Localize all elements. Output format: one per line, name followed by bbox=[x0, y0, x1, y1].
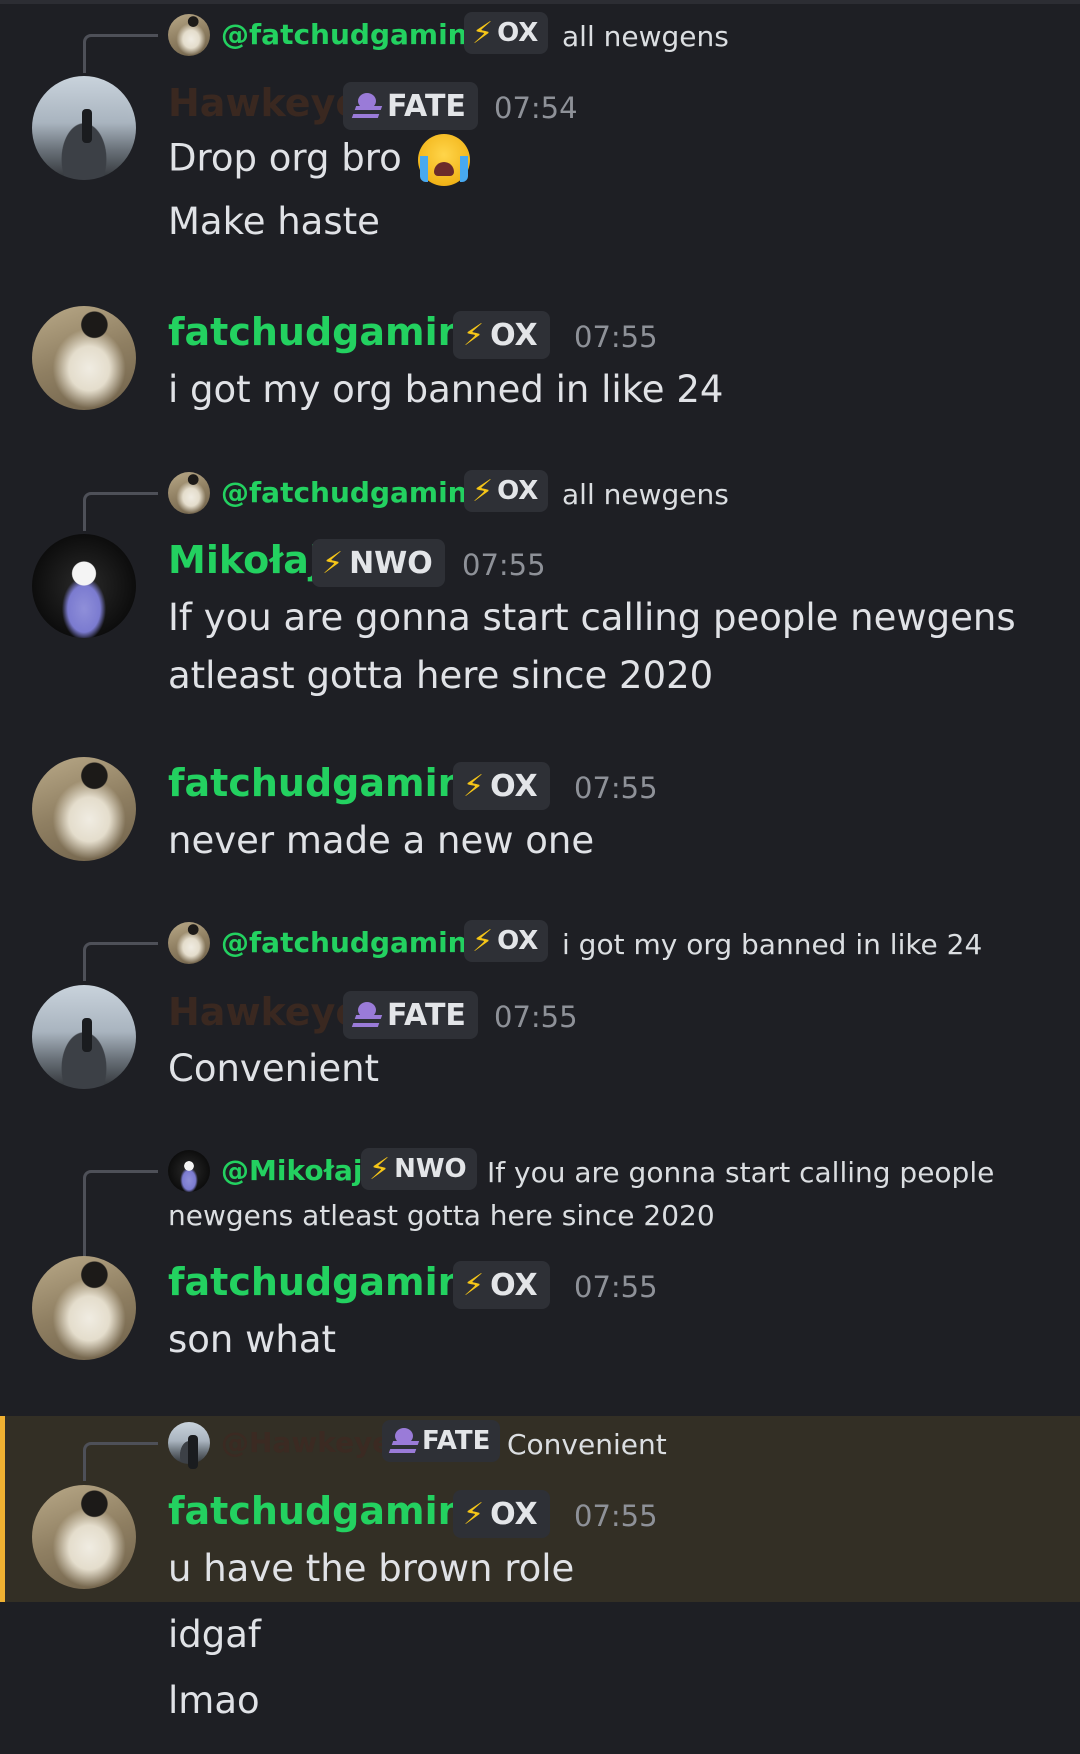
lightning-bolt-icon: ⚡ bbox=[463, 1267, 485, 1303]
role-tag-label: FATE bbox=[422, 1426, 491, 1456]
message-text: u have the brown role bbox=[168, 1547, 575, 1590]
message-text: son what bbox=[168, 1318, 337, 1361]
reply-preview-continued[interactable]: newgens atleast gotta here since 2020 bbox=[168, 1199, 715, 1232]
role-tag[interactable]: FATE bbox=[382, 1420, 501, 1462]
reply-reference[interactable]: @fatchudgaming ⚡ OX all newgens bbox=[0, 12, 1080, 73]
message-text: Convenient bbox=[168, 1047, 380, 1090]
avatar[interactable] bbox=[32, 1485, 136, 1589]
avatar[interactable] bbox=[32, 985, 136, 1089]
lightning-bolt-icon: ⚡ bbox=[472, 473, 494, 509]
username[interactable]: fatchudgaming bbox=[168, 310, 492, 354]
timestamp: 07:55 bbox=[574, 1270, 658, 1304]
username[interactable]: Mikołaj bbox=[168, 538, 322, 582]
timestamp: 07:54 bbox=[494, 91, 578, 125]
role-tag[interactable]: ⚡ OX bbox=[453, 311, 550, 359]
avatar[interactable] bbox=[32, 1256, 136, 1360]
lightning-bolt-icon: ⚡ bbox=[322, 545, 344, 581]
reply-spine bbox=[83, 942, 158, 981]
reply-reference[interactable]: @fatchudgaming ⚡ OX all newgens bbox=[0, 470, 1080, 531]
timestamp: 07:55 bbox=[462, 548, 546, 582]
message-text: i got my org banned in like 24 bbox=[168, 368, 724, 411]
reply-preview[interactable]: If you are gonna start calling people bbox=[487, 1156, 994, 1189]
reply-reference[interactable]: @Hawkeye FATE Convenient bbox=[0, 1420, 1080, 1481]
lightning-bolt-icon: ⚡ bbox=[472, 923, 494, 959]
reply-username[interactable]: @Hawkeye bbox=[221, 1426, 391, 1459]
timestamp: 07:55 bbox=[494, 1000, 578, 1034]
role-tag-label: OX bbox=[497, 18, 539, 48]
role-tag[interactable]: FATE bbox=[343, 991, 478, 1039]
lightning-bolt-icon: ⚡ bbox=[463, 1496, 485, 1532]
message-text: lmao bbox=[168, 1679, 260, 1722]
reply-reference[interactable]: @fatchudgaming ⚡ OX i got my org banned … bbox=[0, 920, 1080, 981]
avatar[interactable] bbox=[32, 306, 136, 410]
lightning-bolt-icon: ⚡ bbox=[463, 768, 485, 804]
role-tag[interactable]: ⚡ OX bbox=[453, 762, 550, 810]
reply-preview[interactable]: all newgens bbox=[562, 20, 729, 53]
avatar[interactable] bbox=[32, 534, 136, 638]
reply-preview[interactable]: all newgens bbox=[562, 478, 729, 511]
reply-avatar[interactable] bbox=[168, 472, 210, 514]
username[interactable]: Hawkeye bbox=[168, 81, 361, 125]
message-line: Drop org bro bbox=[168, 134, 470, 186]
username[interactable]: Hawkeye bbox=[168, 990, 361, 1034]
reply-avatar[interactable] bbox=[168, 922, 210, 964]
top-divider bbox=[0, 0, 1080, 4]
role-tag[interactable]: ⚡ OX bbox=[453, 1261, 550, 1309]
skull-icon bbox=[353, 92, 381, 120]
message-text: atleast gotta here since 2020 bbox=[168, 654, 714, 697]
role-tag[interactable]: ⚡ OX bbox=[464, 920, 549, 962]
message-text: If you are gonna start calling people ne… bbox=[168, 596, 1016, 639]
role-tag-label: FATE bbox=[387, 88, 466, 124]
role-tag-label: OX bbox=[490, 317, 538, 353]
username[interactable]: fatchudgaming bbox=[168, 1489, 492, 1533]
username[interactable]: fatchudgaming bbox=[168, 761, 492, 805]
reply-username[interactable]: @Mikołaj bbox=[221, 1154, 362, 1187]
avatar[interactable] bbox=[32, 76, 136, 180]
reply-preview[interactable]: Convenient bbox=[507, 1428, 667, 1461]
reply-username[interactable]: @fatchudgaming bbox=[221, 476, 488, 509]
message-text: Make haste bbox=[168, 200, 380, 243]
reply-username[interactable]: @fatchudgaming bbox=[221, 926, 488, 959]
timestamp: 07:55 bbox=[574, 771, 658, 805]
reply-username[interactable]: @fatchudgaming bbox=[221, 18, 488, 51]
timestamp: 07:55 bbox=[574, 1499, 658, 1533]
role-tag-label: OX bbox=[497, 476, 539, 506]
role-tag[interactable]: ⚡ OX bbox=[453, 1490, 550, 1538]
role-tag-label: OX bbox=[490, 1496, 538, 1532]
reply-spine bbox=[83, 1170, 158, 1263]
role-tag-label: OX bbox=[497, 926, 539, 956]
reply-avatar[interactable] bbox=[168, 14, 210, 56]
message-text: Drop org bro bbox=[168, 136, 402, 180]
reply-avatar[interactable] bbox=[168, 1150, 210, 1192]
role-tag-label: OX bbox=[490, 1267, 538, 1303]
reply-reference[interactable]: @Mikołaj ⚡ NWO If you are gonna start ca… bbox=[0, 1148, 1080, 1263]
lightning-bolt-icon: ⚡ bbox=[463, 317, 485, 353]
role-tag-label: NWO bbox=[394, 1154, 467, 1184]
timestamp: 07:55 bbox=[574, 320, 658, 354]
username[interactable]: fatchudgaming bbox=[168, 1260, 492, 1304]
reply-spine bbox=[83, 492, 158, 531]
message-text: never made a new one bbox=[168, 819, 595, 862]
role-tag-label: FATE bbox=[387, 997, 466, 1033]
skull-icon bbox=[353, 1001, 381, 1029]
role-tag[interactable]: FATE bbox=[343, 82, 478, 130]
avatar[interactable] bbox=[32, 757, 136, 861]
role-tag-label: OX bbox=[490, 768, 538, 804]
role-tag[interactable]: ⚡ OX bbox=[464, 12, 549, 54]
lightning-bolt-icon: ⚡ bbox=[369, 1151, 391, 1187]
loudly-crying-emoji bbox=[417, 134, 470, 186]
role-tag[interactable]: ⚡ OX bbox=[464, 470, 549, 512]
reply-spine bbox=[83, 1442, 158, 1481]
message-text: idgaf bbox=[168, 1613, 261, 1656]
reply-avatar[interactable] bbox=[168, 1422, 210, 1470]
reply-preview[interactable]: i got my org banned in like 24 bbox=[562, 928, 982, 961]
role-tag[interactable]: ⚡ NWO bbox=[312, 539, 445, 587]
role-tag-label: NWO bbox=[349, 545, 433, 581]
skull-icon bbox=[390, 1427, 418, 1455]
reply-spine bbox=[83, 34, 158, 73]
lightning-bolt-icon: ⚡ bbox=[472, 15, 494, 51]
role-tag[interactable]: ⚡ NWO bbox=[361, 1148, 477, 1190]
